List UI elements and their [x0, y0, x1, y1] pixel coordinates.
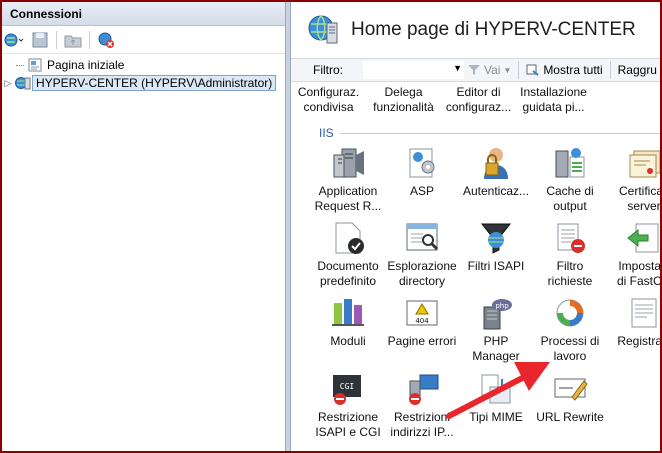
chevron-down-icon: ▼: [503, 65, 512, 75]
filter-input[interactable]: ▼: [362, 61, 464, 79]
feature-authentication[interactable]: Autenticaz...: [459, 145, 533, 199]
isapi-cgi-restriction-icon: CGI: [330, 371, 366, 407]
page-title: Home page di HYPERV-CENTER: [351, 19, 636, 40]
ip-restriction-icon: [404, 371, 440, 407]
group-by-button[interactable]: Raggru: [615, 63, 660, 77]
isapi-filter-icon: [478, 220, 514, 256]
save-icon[interactable]: [30, 30, 50, 50]
iis-section-header: IIS: [319, 126, 660, 140]
feature-modules[interactable]: Moduli: [311, 295, 385, 349]
show-all-button[interactable]: Mostra tutti: [523, 63, 605, 77]
url-rewrite-icon: [552, 371, 588, 407]
section-label: IIS: [319, 126, 334, 140]
disconnect-icon[interactable]: [96, 30, 116, 50]
home-page-panel: Home page di HYPERV-CENTER Filtro: ▼ Vai…: [290, 2, 660, 451]
feature-item[interactable]: Editor di configuraz...: [441, 85, 516, 115]
connections-panel: Connessioni Pagina iniziale ▷ HYPERV-CEN…: [2, 2, 286, 451]
tree-item-label: HYPERV-CENTER (HYPERV\Administrator): [32, 75, 277, 91]
logging-icon: [626, 295, 660, 331]
feature-isapi-cgi-restrictions[interactable]: CGI Restrizione ISAPI e CGI: [311, 371, 385, 440]
filter-label: Filtro:: [313, 63, 343, 77]
feature-asp[interactable]: ASP: [385, 145, 459, 199]
application-request-routing-icon: [330, 145, 366, 181]
up-folder-icon[interactable]: [63, 30, 83, 50]
features-view: Configuraz. condivisa Delega funzionalità …: [291, 83, 660, 451]
directory-browsing-icon: [404, 220, 440, 256]
modules-icon: [330, 295, 366, 331]
svg-text:php: php: [495, 302, 509, 310]
feature-isapi-filters[interactable]: Filtri ISAPI: [459, 220, 533, 274]
feature-server-certificates[interactable]: Certificatiserver: [607, 145, 660, 214]
feature-error-pages[interactable]: 404 Pagine errori: [385, 295, 459, 349]
tree-item-server[interactable]: ▷ HYPERV-CENTER (HYPERV\Administrator): [2, 74, 285, 92]
svg-text:404: 404: [415, 317, 429, 325]
iis-manager-window: Connessioni Pagina iniziale ▷ HYPERV-CEN…: [2, 2, 660, 451]
request-filtering-icon: [552, 220, 588, 256]
feature-php-manager[interactable]: php PHP Manager: [459, 295, 533, 364]
filter-bar: Filtro: ▼ Vai ▼ Mostra tutti Raggru: [291, 58, 660, 82]
feature-worker-processes[interactable]: Processi di lavoro: [533, 295, 607, 364]
feature-request-filtering[interactable]: Filtro richieste: [533, 220, 607, 289]
server-icon: [14, 75, 32, 91]
user-lock-icon: [478, 145, 514, 181]
mime-types-icon: [478, 371, 514, 407]
feature-item[interactable]: Configuraz. condivisa: [291, 85, 366, 115]
certificate-icon: [626, 145, 660, 181]
connections-tree: Pagina iniziale ▷ HYPERV-CENTER (HYPERV\…: [2, 54, 285, 92]
svg-text:CGI: CGI: [340, 382, 355, 391]
feature-ip-restrictions[interactable]: Restrizioni indirizzi IP...: [385, 371, 459, 440]
toolbar-separator: [56, 30, 57, 49]
show-all-icon: [526, 64, 539, 76]
php-icon: php: [478, 295, 514, 331]
feature-directory-browsing[interactable]: Esplorazione directory: [385, 220, 459, 289]
feature-item[interactable]: Delega funzionalità: [366, 85, 441, 115]
error-page-icon: 404: [404, 295, 440, 331]
connections-header: Connessioni: [2, 2, 285, 26]
funnel-icon: [467, 65, 480, 75]
tree-item-label: Pagina iniziale: [47, 58, 125, 72]
toolbar-separator: [89, 30, 90, 49]
asp-icon: [404, 145, 440, 181]
feature-output-cache[interactable]: Cache di output: [533, 145, 607, 214]
feature-item[interactable]: Installazione guidata pi...: [516, 85, 591, 115]
expand-arrow-icon[interactable]: ▷: [2, 78, 14, 89]
start-page-icon: [26, 57, 44, 73]
feature-fastcgi-settings[interactable]: Impostazidi FastCG: [607, 220, 660, 289]
fastcgi-icon: [626, 220, 660, 256]
feature-mime-types[interactable]: Tipi MIME: [459, 371, 533, 425]
feature-default-document[interactable]: Documento predefinito: [311, 220, 385, 289]
output-cache-icon: [552, 145, 588, 181]
feature-application-request-routing[interactable]: Application Request R...: [311, 145, 385, 214]
go-button[interactable]: Vai ▼: [464, 63, 514, 77]
management-row: Configuraz. condivisa Delega funzionalità …: [291, 85, 591, 115]
worker-processes-icon: [552, 295, 588, 331]
chevron-down-icon[interactable]: ▼: [453, 63, 462, 73]
connections-toolbar: [2, 26, 285, 54]
connect-icon[interactable]: [4, 30, 24, 50]
tree-item-start-page[interactable]: Pagina iniziale: [2, 56, 285, 74]
default-document-icon: [330, 220, 366, 256]
feature-url-rewrite[interactable]: URL Rewrite: [533, 371, 607, 425]
feature-logging[interactable]: Registrazi: [607, 295, 660, 349]
page-header: Home page di HYPERV-CENTER: [291, 2, 660, 58]
server-globe-icon: [307, 13, 339, 48]
